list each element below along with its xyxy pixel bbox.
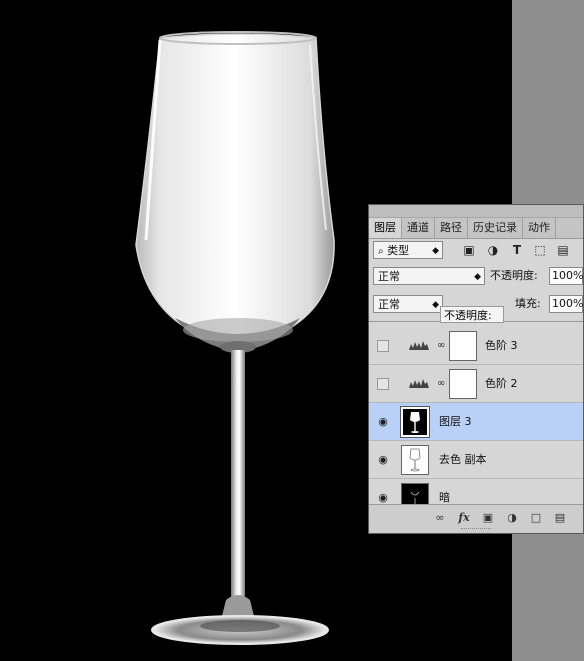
layer-layer-3[interactable]: ◉ 图层 3 [369,403,583,441]
tab-layers[interactable]: 图层 [369,218,402,238]
layer-levels-3[interactable]: ∞ 色阶 3 [369,327,583,365]
panel-footer: ∞ fx ▣ ◑ □ ▤ [369,504,583,533]
new-layer-icon[interactable]: ▤ [553,511,567,525]
link-icon: ∞ [437,378,446,389]
layer-desaturate-copy[interactable]: ◉ 去色 副本 [369,441,583,479]
adjustment-layer-icon[interactable]: ◑ [505,511,519,525]
lock-mode-value: 正常 [378,298,400,311]
layer-mask-thumbnail[interactable] [449,369,477,399]
link-icon: ∞ [437,340,446,351]
blend-mode-select[interactable]: 正常 ◆ [373,267,485,285]
blend-mode-value: 正常 [378,270,400,283]
mask-icon[interactable]: ▣ [481,511,495,525]
glass-thumbnail-icon [409,448,421,472]
lock-mode-select[interactable]: 正常 ◆ [373,295,443,313]
panel-tabs: 图层 通道 路径 历史记录 动作 [369,218,583,239]
visibility-toggle[interactable] [377,378,389,390]
layers-panel: 图层 通道 路径 历史记录 动作 ⌕ 类型 ◆ ▣ ◑ T ⬚ ▤ 正常 ◆ 不… [368,204,584,534]
layer-thumbnail[interactable] [400,406,430,438]
histogram-icon [409,341,429,350]
fx-icon[interactable]: fx [457,511,471,525]
tab-actions[interactable]: 动作 [523,218,556,238]
tab-paths[interactable]: 路径 [435,218,468,238]
filter-kind-label: 类型 [387,244,410,257]
visibility-toggle[interactable] [377,340,389,352]
layer-filter-select[interactable]: ⌕ 类型 ◆ [373,241,443,259]
layer-mask-thumbnail[interactable] [449,331,477,361]
layers-list: ∞ 色阶 3 ∞ 色阶 2 ◉ 图层 3 ◉ 去色 副本 ◉ 暗 [369,321,583,508]
opacity-tooltip: 不透明度: [440,306,504,323]
layer-name: 色阶 2 [485,377,518,390]
fill-label: 填充: [515,297,541,310]
layer-name: 色阶 3 [485,339,518,352]
smart-object-filter-icon[interactable]: ▤ [556,243,570,257]
histogram-icon [409,379,429,388]
link-icon[interactable]: ∞ [433,511,447,525]
fill-input[interactable]: 100% [549,295,583,313]
type-filter-icon[interactable]: T [510,243,524,257]
updown-arrow-icon: ◆ [432,246,439,256]
image-filter-icon[interactable]: ▣ [462,243,476,257]
tab-channels[interactable]: 通道 [402,218,435,238]
resize-grip[interactable] [461,528,491,531]
panel-title-bar[interactable] [369,205,583,218]
glass-thumbnail-icon [410,412,420,433]
adjustment-filter-icon[interactable]: ◑ [486,243,500,257]
eye-icon[interactable]: ◉ [377,492,389,504]
opacity-label: 不透明度: [490,269,538,282]
shape-filter-icon[interactable]: ⬚ [533,243,547,257]
tab-history[interactable]: 历史记录 [468,218,523,238]
folder-icon[interactable]: □ [529,511,543,525]
updown-arrow-icon: ◆ [474,272,481,282]
opacity-input[interactable]: 100% [549,267,583,285]
updown-arrow-icon: ◆ [432,300,439,310]
eye-icon[interactable]: ◉ [377,454,389,466]
search-icon: ⌕ [378,246,384,257]
layer-name: 暗 [439,491,450,504]
layer-name: 图层 3 [439,415,472,428]
layer-name: 去色 副本 [439,453,487,466]
layer-levels-2[interactable]: ∞ 色阶 2 [369,365,583,403]
eye-icon[interactable]: ◉ [377,416,389,428]
layer-thumbnail[interactable] [401,445,429,475]
